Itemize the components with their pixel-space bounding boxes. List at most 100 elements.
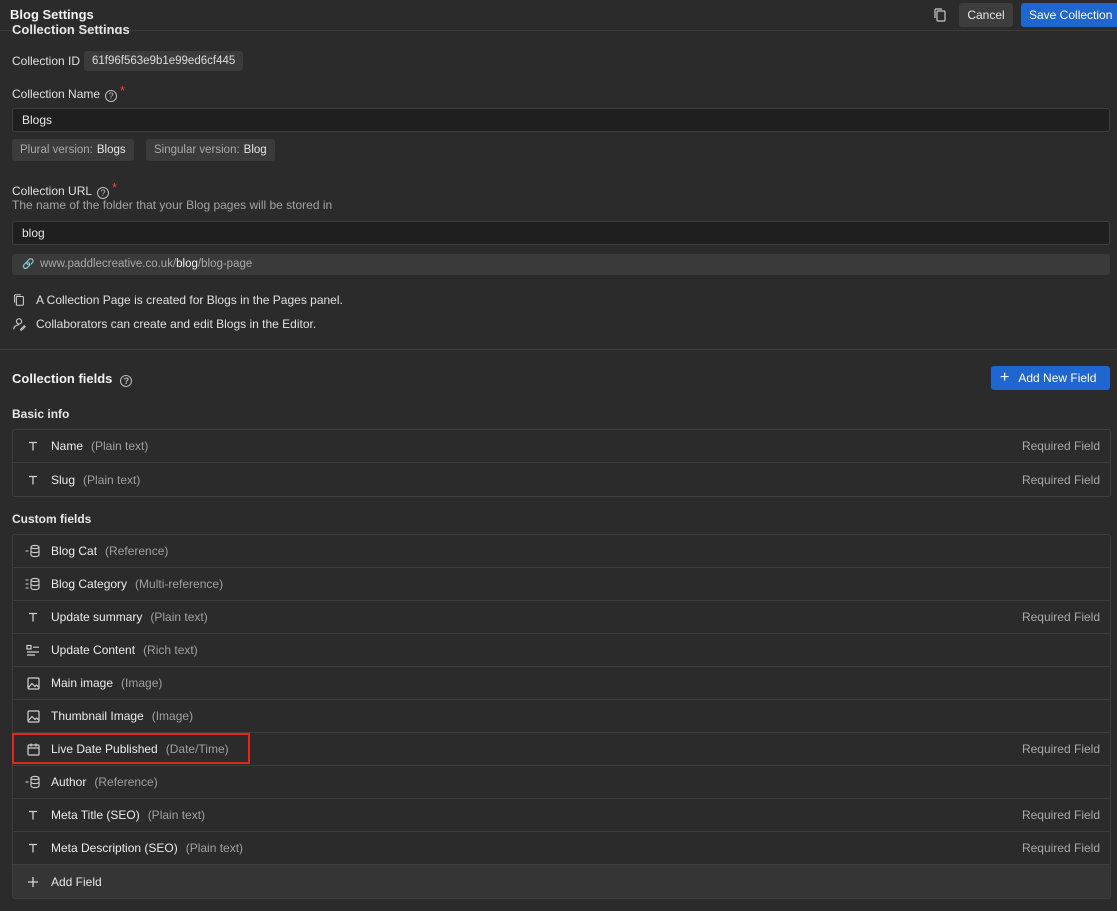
info-collaborators-text: Collaborators can create and edit Blogs … [36,317,317,331]
reference-icon [25,543,41,559]
pages-icon [14,294,24,306]
help-icon[interactable]: ? [120,375,133,387]
top-bar: Blog Settings Cancel Save Collection [0,0,1117,31]
collection-url-input[interactable]: blog [12,221,1110,245]
link-icon: 🔗 [22,259,35,270]
field-name: Live Date Published [51,742,158,756]
required-field-label: Required Field [1021,472,1100,487]
field-type: (Multi-reference) [135,577,224,591]
image-icon [25,708,41,724]
collection-name-input[interactable]: Blogs [12,108,1110,132]
collection-fields-title: Collection fields [12,371,113,386]
field-row[interactable]: Slug (Plain text) Required Field [13,463,1110,496]
image-icon [25,675,41,691]
field-type: (Rich text) [143,643,198,657]
plus-icon [25,874,41,890]
field-row[interactable]: Thumbnail Image (Image) [13,700,1110,733]
plural-label: Plural version: [20,144,93,156]
collection-url-label-text: Collection URL [12,184,93,198]
collection-name-label-text: Collection Name [12,87,101,101]
singular-label: Singular version: [154,144,240,156]
collection-id-value: 61f96f563e9b1e99ed6cf445 [84,51,244,71]
field-row[interactable]: Author (Reference) [13,766,1110,799]
plural-version-chip[interactable]: Plural version: Blogs [12,139,134,161]
collection-url-label: Collection URL? * [12,180,117,199]
basic-info-heading: Basic info [12,407,70,421]
collection-settings-heading: Collection Settings [12,24,130,34]
field-row[interactable]: Meta Title (SEO) (Plain text) Required Fie… [13,799,1110,832]
field-row[interactable]: Update Content (Rich text) [13,634,1110,667]
collection-url-description: The name of the folder that your Blog pa… [12,198,333,212]
singular-value: Blog [243,144,267,156]
required-field-label: Required Field [1021,439,1100,453]
field-type: (Plain text) [91,439,149,453]
field-type: (Image) [151,709,194,723]
required-field-label: Required Field [1021,808,1100,822]
field-name: Meta Title (SEO) [51,808,140,822]
field-row[interactable]: Blog Cat (Reference) [13,535,1110,568]
info-collection-page: A Collection Page is created for Blogs i… [12,293,343,307]
url-preview-prefix: www.paddlecreative.co.uk/ [40,258,177,270]
plural-value: Blogs [96,144,126,156]
url-preview: 🔗 www.paddlecreative.co.uk/blog/blog-page [12,254,1110,275]
singular-version-chip[interactable]: Singular version: Blog [146,139,275,161]
field-row[interactable]: Meta Description (SEO) (Plain text) Requir… [13,832,1110,865]
field-type: (Date/Time) [165,742,229,756]
field-type: (Reference) [94,775,158,789]
collection-name-label: Collection Name? * [12,83,125,102]
required-field-label: Required Field [1021,841,1100,855]
collection-fields-heading: Collection fields? [12,371,133,387]
field-name: Slug [51,472,76,487]
info-collaborators: Collaborators can create and edit Blogs … [12,317,316,331]
field-name: Main image [51,676,114,690]
multi-reference-icon [25,576,41,592]
field-type: (Image) [121,676,163,690]
rich-text-icon [25,642,41,658]
text-icon [25,840,41,856]
field-row[interactable]: Live Date Published (Date/Time) Required F… [13,733,1110,766]
field-name: Blog Category [51,577,128,591]
field-type: (Plain text) [150,610,208,624]
collection-id-label: Collection ID [12,54,81,68]
cancel-button[interactable]: Cancel [959,3,1013,27]
field-row[interactable]: Blog Category (Multi-reference) [13,568,1110,601]
field-row[interactable]: Main image (Image) [13,667,1110,700]
field-name: Update summary [51,610,143,624]
add-field-label: Add Field [51,874,102,889]
save-collection-button[interactable]: Save Collection [1021,3,1117,27]
field-name: Update Content [51,643,136,657]
field-name: Author [51,775,87,789]
required-star: * [112,180,118,195]
text-icon [25,807,41,823]
field-type: (Plain text) [185,841,244,855]
url-preview-slug: blog [176,258,198,270]
required-star: * [120,83,126,98]
add-field-button[interactable]: Add Field [13,865,1110,898]
field-type: (Reference) [105,544,169,558]
calendar-icon [25,741,41,757]
text-icon [25,609,41,625]
url-preview-suffix: /blog-page [197,258,253,270]
custom-field-list: Blog Cat (Reference) Blog Category (Multi-r… [12,534,1111,899]
copy-icon[interactable] [932,7,948,23]
add-new-field-label: Add New Field [1018,371,1097,385]
field-row[interactable]: Name (Plain text) Required Field [13,430,1110,463]
custom-fields-heading: Custom fields [12,512,92,526]
field-name: Blog Cat [51,544,98,558]
info-collection-page-text: A Collection Page is created for Blogs i… [36,293,343,307]
text-icon [25,472,41,488]
field-type: (Plain text) [83,472,141,487]
required-field-label: Required Field [1021,610,1100,624]
basic-field-list: Name (Plain text) Required Field Slug (Plain… [12,429,1111,497]
field-name: Name [51,439,84,453]
add-new-field-button[interactable]: + Add New Field [991,366,1110,390]
plus-icon: + [1000,369,1010,386]
reference-icon [25,774,41,790]
field-row[interactable]: Update summary (Plain text) Required Field [13,601,1110,634]
help-icon[interactable]: ? [105,90,118,102]
page-title: Blog Settings [10,7,94,22]
field-type: (Plain text) [147,808,206,822]
text-icon [25,438,41,454]
collaborator-icon [13,318,26,331]
required-field-label: Required Field [1021,742,1100,756]
